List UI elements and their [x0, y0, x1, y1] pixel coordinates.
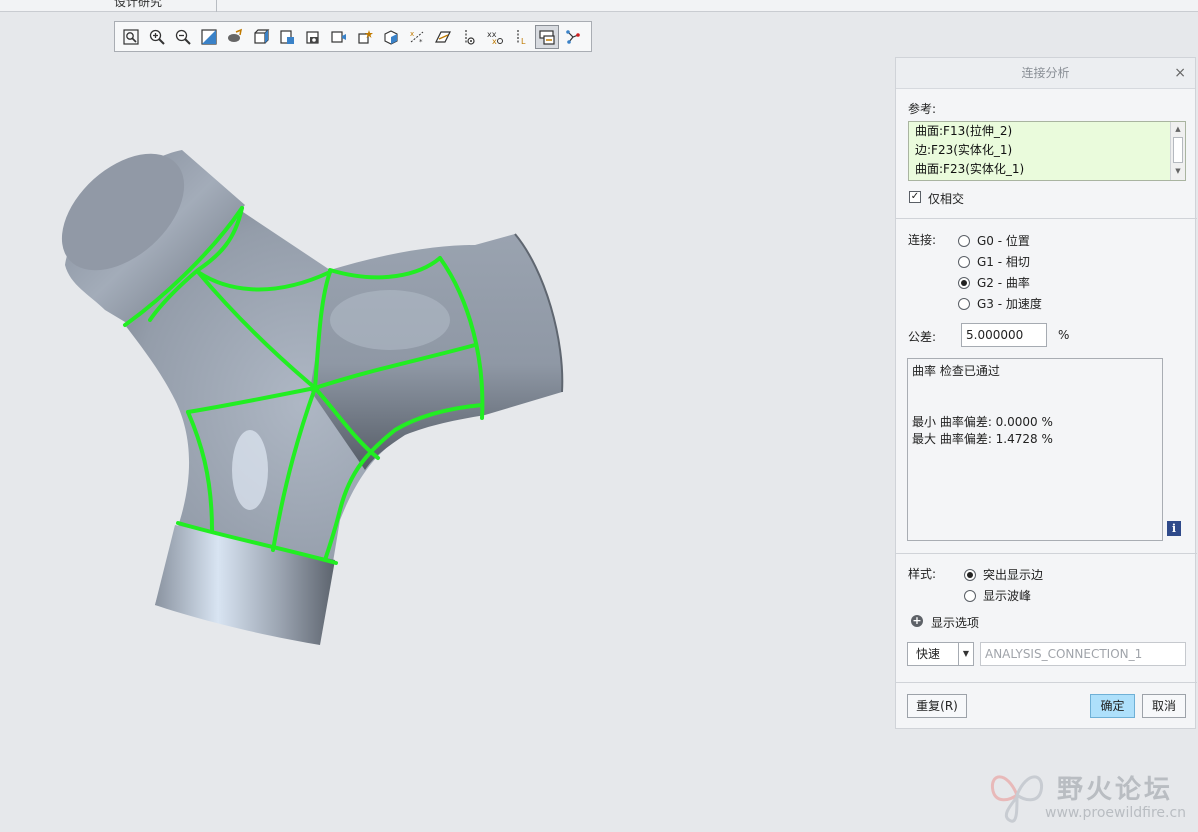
chevron-down-icon[interactable]: ▼ — [958, 643, 973, 665]
radio-g2-icon[interactable] — [958, 276, 970, 289]
scroll-down-icon[interactable]: ▼ — [1171, 164, 1185, 178]
style-label: 样式: — [908, 567, 937, 581]
radio-g3-label: G3 - 加速度 — [977, 297, 1042, 311]
references-scrollbar[interactable]: ▲ ▼ — [1170, 122, 1185, 180]
reference-item[interactable]: 曲面:F23(实体化_1) — [909, 160, 1185, 179]
mode-select-value: 快速 — [916, 647, 941, 661]
datum-plane-display-icon[interactable] — [353, 25, 377, 49]
model-viewport[interactable] — [0, 55, 880, 832]
radio-show-peaks-label: 显示波峰 — [983, 589, 1032, 603]
expand-plus-icon[interactable]: + — [911, 615, 923, 627]
annotation-display-icon[interactable] — [327, 25, 351, 49]
svg-text:L: L — [521, 37, 526, 46]
tolerance-input[interactable]: 5.000000 — [961, 323, 1047, 347]
view-manager-icon[interactable] — [275, 25, 299, 49]
radio-g0[interactable]: G0 - 位置 — [958, 232, 1030, 249]
divider — [896, 218, 1197, 219]
svg-text:x: x — [410, 30, 414, 38]
radio-g1-label: G1 - 相切 — [977, 255, 1030, 269]
ok-button[interactable]: 确定 — [1090, 694, 1135, 718]
close-icon[interactable]: × — [1174, 58, 1186, 89]
connection-display-icon[interactable] — [561, 25, 585, 49]
radio-g1-icon[interactable] — [958, 255, 970, 268]
radio-g0-icon[interactable] — [958, 234, 970, 247]
point-display-icon[interactable]: x * — [405, 25, 429, 49]
svg-text:x: x — [492, 37, 497, 46]
dialog-title: 连接分析 — [1021, 66, 1070, 80]
repaint-icon[interactable] — [197, 25, 221, 49]
radio-g3-icon[interactable] — [958, 297, 970, 310]
watermark-title: 野火论坛 — [1057, 775, 1174, 805]
model-tree-display-icon[interactable]: xx x — [483, 25, 507, 49]
spin-center-icon[interactable] — [457, 25, 481, 49]
reference-item[interactable]: 曲面:F13(拉伸_2) — [909, 122, 1185, 141]
result-status: 曲率 检查已通过 — [912, 364, 1000, 378]
result-min-deviation: 最小 曲率偏差: 0.0000 % — [912, 415, 1053, 429]
forum-watermark: 野火论坛 www.proewildfire.cn — [985, 763, 1195, 827]
intersect-only-checkbox[interactable]: ✓ — [909, 191, 921, 203]
csys-display-icon[interactable] — [431, 25, 455, 49]
scroll-thumb[interactable] — [1173, 137, 1183, 163]
radio-g2[interactable]: G2 - 曲率 — [958, 274, 1030, 291]
radio-show-peaks[interactable]: 显示波峰 — [964, 587, 1031, 604]
view-toolbar: x * xx x L — [114, 21, 592, 52]
butterfly-logo-icon — [990, 775, 1044, 823]
top-tab-strip: 设计研究 — [0, 0, 1198, 12]
dialog-title-bar[interactable]: 连接分析 × — [896, 58, 1195, 89]
references-label: 参考: — [908, 102, 937, 116]
scroll-up-icon[interactable]: ▲ — [1171, 122, 1185, 136]
info-icon[interactable]: i — [1167, 521, 1181, 536]
connection-label: 连接: — [908, 233, 937, 247]
mode-select[interactable]: 快速 ▼ — [907, 642, 974, 666]
radio-show-peaks-icon[interactable] — [964, 589, 976, 602]
radio-highlight-edges-label: 突出显示边 — [983, 568, 1044, 582]
radio-g0-label: G0 - 位置 — [977, 234, 1030, 248]
cancel-button[interactable]: 取消 — [1142, 694, 1186, 718]
svg-text:*: * — [419, 38, 423, 46]
reference-item[interactable]: 边:F23(实体化_1) — [909, 141, 1185, 160]
display-options-label[interactable]: 显示选项 — [931, 614, 979, 631]
divider — [896, 682, 1197, 683]
perspective-view-icon[interactable] — [301, 25, 325, 49]
references-list[interactable]: 曲面:F13(拉伸_2) 边:F23(实体化_1) 曲面:F23(实体化_1) … — [908, 121, 1186, 181]
spin-axis-icon[interactable]: L — [509, 25, 533, 49]
radio-highlight-edges-icon[interactable] — [964, 568, 976, 581]
zoom-in-icon[interactable] — [145, 25, 169, 49]
zoom-out-icon[interactable] — [171, 25, 195, 49]
tab-design-study[interactable]: 设计研究 — [60, 0, 217, 12]
radio-g3[interactable]: G3 - 加速度 — [958, 295, 1042, 312]
analysis-results: 曲率 检查已通过 最小 曲率偏差: 0.0000 % 最大 曲率偏差: 1.47… — [907, 358, 1163, 541]
radio-highlight-edges[interactable]: 突出显示边 — [964, 566, 1043, 583]
radio-g1[interactable]: G1 - 相切 — [958, 253, 1030, 270]
watermark-url: www.proewildfire.cn — [1045, 805, 1187, 821]
zoom-refit-icon[interactable] — [119, 25, 143, 49]
saved-orientations-icon[interactable] — [223, 25, 247, 49]
tolerance-label: 公差: — [908, 330, 937, 344]
intersect-only-label: 仅相交 — [928, 192, 965, 206]
tolerance-unit: % — [1058, 328, 1070, 342]
result-max-deviation: 最大 曲率偏差: 1.4728 % — [912, 432, 1053, 446]
analysis-display-icon[interactable] — [535, 24, 559, 49]
divider — [896, 553, 1197, 554]
radio-g2-label: G2 - 曲率 — [977, 276, 1030, 290]
connection-analysis-dialog: 连接分析 × 参考: 曲面:F13(拉伸_2) 边:F23(实体化_1) 曲面:… — [895, 57, 1197, 729]
analysis-name-input[interactable]: ANALYSIS_CONNECTION_1 — [980, 642, 1186, 666]
repeat-button[interactable]: 重复(R) — [907, 694, 967, 718]
display-style-icon[interactable] — [249, 25, 273, 49]
datum-axis-display-icon[interactable] — [379, 25, 403, 49]
